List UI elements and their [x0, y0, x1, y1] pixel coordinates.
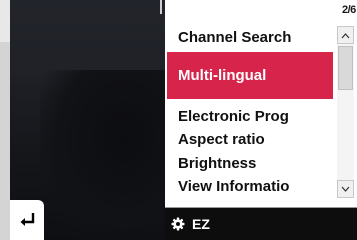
gear-icon [171, 217, 185, 231]
left-edge-bar [0, 0, 10, 240]
scrollbar-thumb[interactable] [338, 46, 353, 90]
chevron-up-icon [341, 32, 350, 38]
live-view-tree-silhouette [40, 70, 165, 240]
menu-item-view-information[interactable]: View Informatio [178, 178, 338, 195]
settings-menu-panel: 2/6 Channel Search Multi-lingual Electro… [165, 0, 357, 240]
menu-item-channel-search[interactable]: Channel Search [178, 29, 338, 46]
scroll-down-button[interactable] [337, 180, 354, 198]
menu-item-brightness[interactable]: Brightness [178, 155, 338, 172]
left-edge-shade [0, 42, 10, 240]
ez-mode-bar[interactable]: EZ [165, 208, 357, 240]
top-divider-line [160, 0, 162, 14]
menu-item-aspect-ratio[interactable]: Aspect ratio [178, 131, 338, 148]
page-indicator: 2/6 [342, 4, 356, 16]
back-button[interactable] [10, 200, 44, 240]
chevron-down-icon [341, 186, 350, 192]
scroll-up-button[interactable] [337, 26, 354, 44]
return-arrow-icon [20, 213, 35, 226]
ez-label: EZ [192, 216, 210, 232]
menu-item-multi-lingual[interactable]: Multi-lingual [167, 52, 333, 99]
menu-item-electronic-prog[interactable]: Electronic Prog [178, 108, 338, 125]
